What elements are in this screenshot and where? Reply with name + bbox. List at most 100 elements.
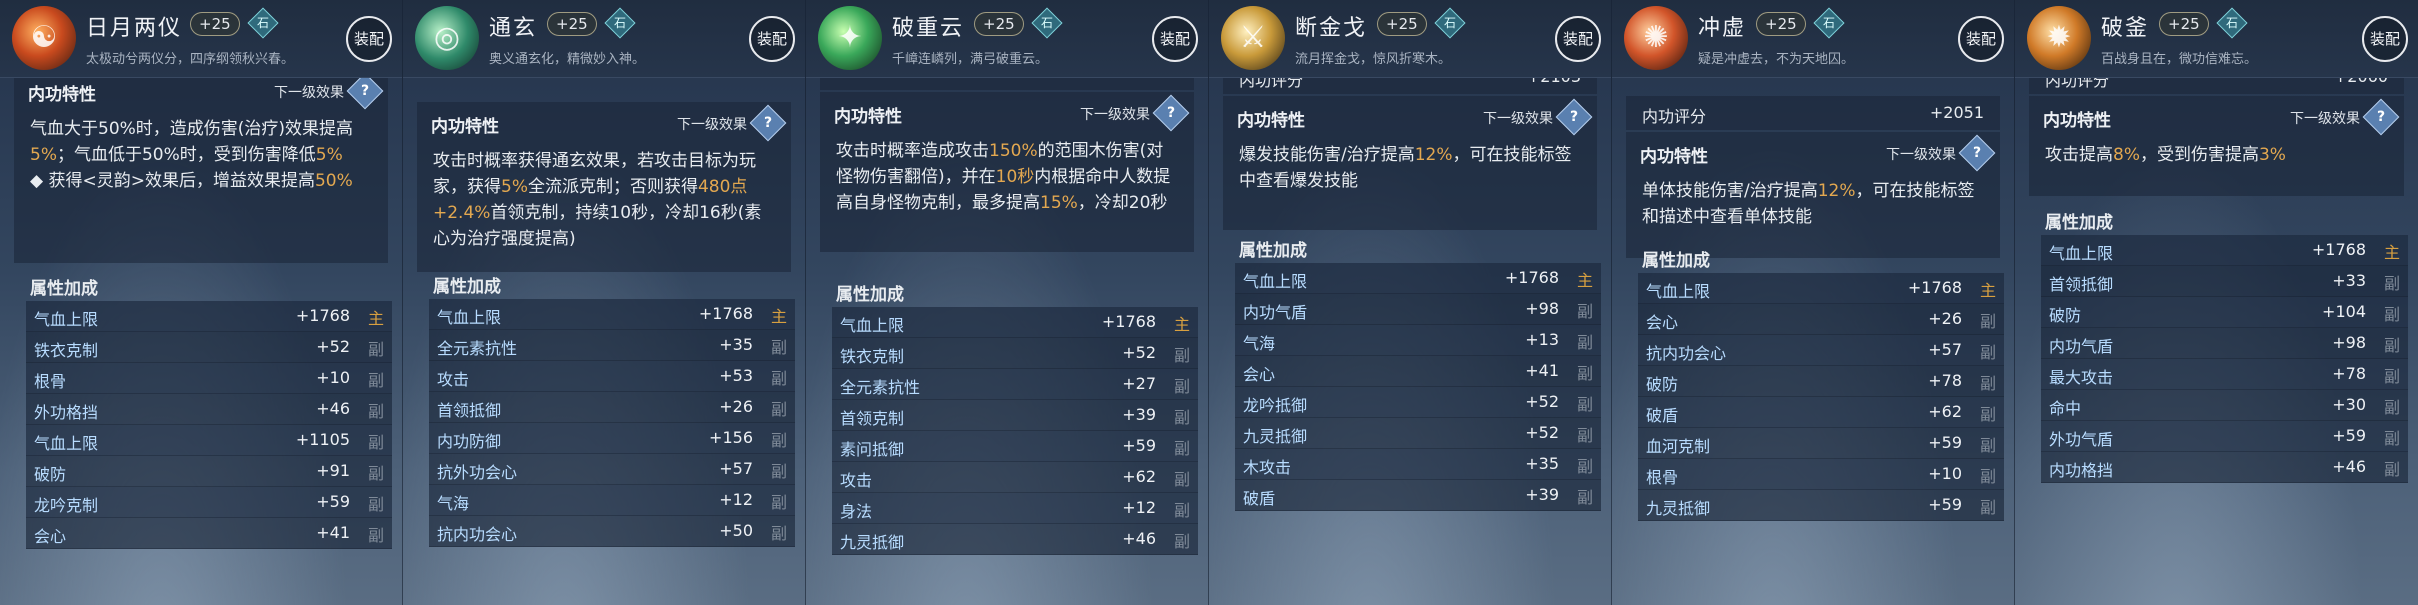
score-label: 内功评分: [1239, 78, 1304, 90]
sub-stat-tag: 副: [1576, 364, 1593, 383]
attr-name: 会心: [1243, 365, 1276, 384]
next-level-label[interactable]: 下一级效果: [274, 82, 344, 102]
highlight-value: 12%: [1817, 181, 1856, 201]
attr-row: 根骨 +10 副: [1638, 459, 2004, 490]
attr-row: 全元素抗性 +27 副: [832, 369, 1198, 400]
trait-description: 攻击提高8%，受到伤害提高3%: [2045, 142, 2388, 168]
attr-value: +1105: [295, 430, 350, 449]
sub-stat-tag: 副: [1173, 408, 1190, 427]
equip-button[interactable]: 装配: [1958, 16, 2004, 62]
attr-row: 气血上限 +1768 主: [1638, 273, 2004, 304]
trait-section: 内功特性 下一级效果 ? 攻击时概率造成攻击150%的范围木伤害(对怪物伤害翻倍…: [820, 92, 1194, 252]
sub-stat-tag: 副: [1173, 501, 1190, 520]
next-level-label[interactable]: 下一级效果: [677, 114, 747, 134]
panel-scroll[interactable]: 内功评分 +2051 内功特性 下一级效果 ? 单体技能伤害/治疗提高12%，可…: [1612, 78, 2014, 605]
equip-button[interactable]: 装配: [2362, 16, 2408, 62]
main-stat-tag: 主: [367, 309, 384, 328]
attr-row: 破盾 +62 副: [1638, 397, 2004, 428]
skill-name: 破釜: [2101, 16, 2150, 41]
panel-header: ✦ 破重云 +25 石 千嶂连嶙列，满弓破重云。 装配: [806, 0, 1208, 78]
next-level-label[interactable]: 下一级效果: [1483, 108, 1553, 128]
slot-icon: 石: [1813, 7, 1845, 39]
skill-emblem-icon: ☯: [12, 6, 76, 70]
attr-row: 破盾 +39 副: [1235, 480, 1601, 511]
slot-icon: 石: [1031, 7, 1063, 39]
trait-section: 内功特性 下一级效果 ? 爆发技能伤害/治疗提高12%，可在技能标签中查看爆发技…: [1223, 96, 1597, 230]
attr-list: 气血上限 +1768 主首领抵御 +33 副破防 +104 副内功气盾 +98 副最大攻击 +78…: [2041, 235, 2408, 483]
panel-scroll[interactable]: 内功评分 +2060 内功特性 下一级效果 ? 攻击提高8%，受到伤害提高3% …: [2015, 78, 2418, 605]
equip-button[interactable]: 装配: [346, 16, 392, 62]
attr-name: 内功格挡: [2049, 461, 2114, 480]
trait-paragraph: 攻击提高8%，受到伤害提高3%: [2045, 142, 2388, 168]
trait-title: 内功特性: [2043, 111, 2111, 131]
trait-paragraph: ◆ 获得<灵韵>效果后，增益效果提高50%: [30, 168, 372, 194]
trait-paragraph: 攻击时概率造成攻击150%的范围木伤害(对怪物伤害翻倍)，并在10秒内根据命中人…: [836, 138, 1178, 216]
trait-title: 内功特性: [1640, 147, 1708, 167]
desc-text: 爆发技能伤害/治疗提高: [1239, 145, 1415, 165]
next-level-label[interactable]: 下一级效果: [1886, 144, 1956, 164]
attr-row: 气血上限 +1768 主: [832, 307, 1198, 338]
attr-value: +1768: [1504, 268, 1559, 287]
attr-value: +50: [719, 521, 753, 540]
highlight-value: 50%: [314, 171, 353, 191]
attr-row: 气海 +12 副: [429, 485, 795, 516]
main-stat-tag: 主: [1979, 281, 1996, 300]
panel-scroll[interactable]: 内功特性 下一级效果 ? 攻击时概率获得通玄效果，若攻击目标为玩家，获得5%全流…: [403, 78, 805, 605]
help-icon[interactable]: ?: [749, 104, 787, 142]
slot-icon: 石: [247, 7, 279, 39]
attr-value: +10: [316, 368, 350, 387]
equip-button[interactable]: 装配: [749, 16, 795, 62]
attr-row: 会心 +26 副: [1638, 304, 2004, 335]
attr-value: +78: [1928, 371, 1962, 390]
equip-button[interactable]: 装配: [1555, 16, 1601, 62]
sub-stat-tag: 副: [1173, 532, 1190, 551]
attr-value: +35: [719, 335, 753, 354]
attr-list: 气血上限 +1768 主内功气盾 +98 副气海 +13 副会心 +41 副龙吟抵御 +52 副九灵…: [1235, 263, 1601, 511]
panel-scroll[interactable]: 内功特性 下一级效果 ? 气血大于50%时，造成伤害(治疗)效果提高 5%；气血低…: [0, 78, 402, 605]
attr-row: 外功格挡 +46 副: [26, 394, 392, 425]
attr-value: +52: [316, 337, 350, 356]
sub-stat-tag: 副: [1173, 439, 1190, 458]
attr-row: 攻击 +62 副: [832, 462, 1198, 493]
trait-section: 内功特性 下一级效果 ? 单体技能伤害/治疗提高12%，可在技能标签和描述中查看…: [1626, 132, 2000, 258]
trait-title: 内功特性: [431, 117, 499, 137]
next-level-label[interactable]: 下一级效果: [2290, 108, 2360, 128]
help-icon[interactable]: ?: [2362, 98, 2400, 136]
help-icon[interactable]: ?: [1555, 98, 1593, 136]
attr-section-title: 属性加成: [433, 277, 501, 297]
help-icon[interactable]: ?: [1958, 134, 1996, 172]
attr-value: +33: [2332, 271, 2366, 290]
attr-name: 气血上限: [437, 308, 502, 327]
skill-motto: 百战身且在，微功信难忘。: [2101, 52, 2258, 67]
attr-value: +59: [2332, 426, 2366, 445]
attr-name: 破盾: [1646, 406, 1679, 425]
equip-button[interactable]: 装配: [1152, 16, 1198, 62]
attr-value: +12: [1122, 498, 1156, 517]
attr-name: 最大攻击: [2049, 368, 2114, 387]
sub-stat-tag: 副: [1979, 343, 1996, 362]
trait-paragraph: 单体技能伤害/治疗提高12%，可在技能标签和描述中查看单体技能: [1642, 178, 1984, 230]
attr-name: 首领抵御: [2049, 275, 2114, 294]
sub-stat-tag: 副: [1576, 302, 1593, 321]
desc-text: ；气血低于50%时，受到伤害降低: [56, 145, 316, 165]
next-level-label[interactable]: 下一级效果: [1080, 104, 1150, 124]
attr-name: 会心: [1646, 313, 1679, 332]
skill-motto: 千嶂连嶙列，满弓破重云。: [892, 52, 1049, 67]
attr-row: 内功气盾 +98 副: [1235, 294, 1601, 325]
sub-stat-tag: 副: [770, 493, 787, 512]
trait-section: 内功特性 下一级效果 ? 攻击提高8%，受到伤害提高3%: [2029, 96, 2404, 196]
attr-name: 首领克制: [840, 409, 905, 428]
attr-name: 内功气盾: [1243, 303, 1308, 322]
help-icon[interactable]: ?: [346, 78, 384, 110]
help-icon[interactable]: ?: [1152, 94, 1190, 132]
attr-name: 破盾: [1243, 489, 1276, 508]
desc-text: 单体技能伤害/治疗提高: [1642, 181, 1818, 201]
attr-list: 气血上限 +1768 主铁衣克制 +52 副根骨 +10 副外功格挡 +46 副气血上限 +110…: [26, 301, 392, 549]
panel-scroll[interactable]: 内功评分 +2103 内功特性 下一级效果 ? 爆发技能伤害/治疗提高12%，可…: [1209, 78, 1611, 605]
attr-name: 气海: [1243, 334, 1276, 353]
attr-value: +59: [1928, 495, 1962, 514]
skill-emblem-icon: ✦: [818, 6, 882, 70]
panel-scroll[interactable]: 内功特性 下一级效果 ? 攻击时概率造成攻击150%的范围木伤害(对怪物伤害翻倍…: [806, 78, 1208, 605]
trait-title: 内功特性: [28, 85, 96, 105]
attr-value: +91: [316, 461, 350, 480]
